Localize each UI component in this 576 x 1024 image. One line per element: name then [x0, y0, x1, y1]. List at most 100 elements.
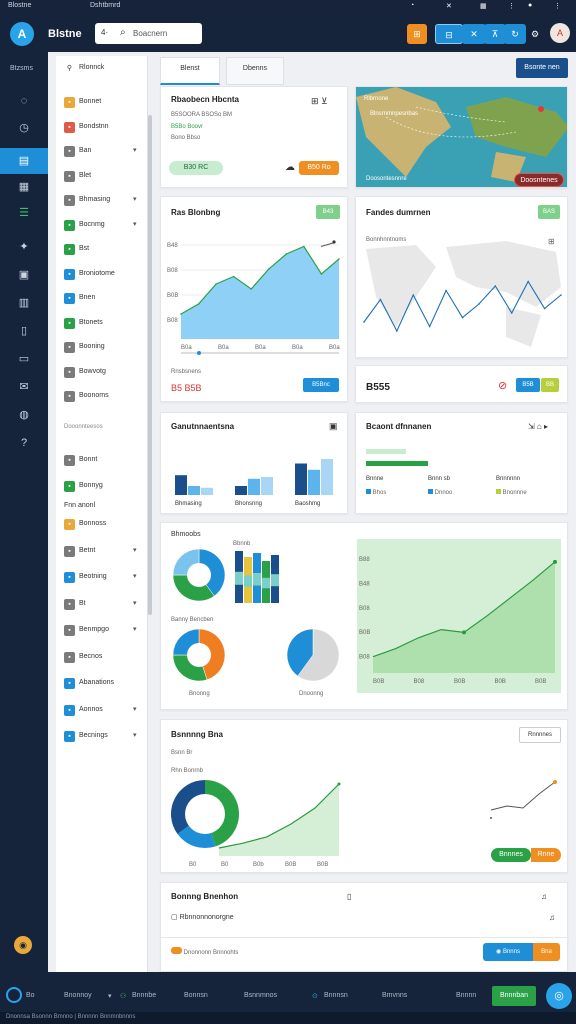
stat-button-1[interactable]: B5B	[516, 378, 540, 392]
os-chat-icon[interactable]: ◔	[410, 2, 414, 9]
chevron-down-icon[interactable]: ▾	[133, 546, 137, 554]
bottom-item[interactable]: Bo	[26, 992, 35, 999]
tools-icon[interactable]: ✦	[0, 234, 48, 260]
app-logo[interactable]: A	[10, 22, 34, 46]
help-icon[interactable]: ?	[0, 430, 48, 456]
footer-button[interactable]: B5Bnc	[303, 378, 339, 392]
bottom-item[interactable]: Bnnnsn	[324, 992, 348, 999]
bottom-item[interactable]: Bsnnmnos	[244, 992, 277, 999]
os-menu-icon[interactable]: ⋮	[508, 2, 515, 10]
clock-icon[interactable]: ◷	[0, 115, 48, 141]
map-button[interactable]: Doosntenes	[514, 173, 564, 187]
chat-icon[interactable]: ◌	[0, 88, 48, 114]
avatar[interactable]: A	[550, 23, 570, 43]
chevron-down-icon[interactable]: ▾	[133, 195, 137, 203]
sidebar-item[interactable]: ▪ Bonnet	[56, 94, 148, 112]
card-actions-icon[interactable]: ⇲ ⌂ ▸	[528, 422, 548, 431]
chevron-down-icon[interactable]: ▾	[133, 625, 137, 633]
tab-overview[interactable]: Blenst	[160, 57, 220, 85]
grid-icon[interactable]: ▦	[0, 174, 48, 200]
image-icon[interactable]: ▣	[329, 421, 338, 432]
music-icon[interactable]: ♫	[549, 913, 555, 922]
sidebar-item[interactable]: ▪ Bowvotg	[56, 364, 148, 382]
globe-icon[interactable]: ◍	[0, 402, 48, 428]
bottom-item[interactable]: Bnnnbe	[132, 992, 156, 999]
list-item[interactable]: Dnonnonn Bnnnohts	[171, 947, 238, 956]
sidebar-item[interactable]: ▪ Blet	[56, 168, 148, 186]
doc-icon[interactable]: ▭	[0, 346, 48, 372]
sidebar-item[interactable]: ▪ Bonnt	[56, 452, 148, 470]
sidebar-item[interactable]: ▪ Betnt ▾	[56, 543, 148, 561]
sidebar-item[interactable]: ▪ Bst	[56, 241, 148, 259]
chevron-down-icon[interactable]: ▾	[133, 220, 137, 228]
mail-icon[interactable]: ✉	[0, 374, 48, 400]
os-grid-icon[interactable]: ▦	[480, 2, 487, 10]
chevron-down-icon[interactable]: ▾	[133, 731, 137, 739]
chevron-down-icon[interactable]: ▾	[133, 146, 137, 154]
pin-icon[interactable]: ⊼	[484, 24, 506, 44]
bottom-button-1[interactable]: ◉ Bnnns	[483, 943, 533, 961]
sidebar-item[interactable]: ▪ Abanations	[56, 675, 148, 693]
chevron-down-icon[interactable]: ▾	[133, 572, 137, 580]
dropdown-icon[interactable]: ▾	[108, 992, 112, 1000]
sidebar-item[interactable]: ▪ Bocnmg ▾	[56, 217, 148, 235]
action-button[interactable]: B50 Ro	[299, 161, 339, 175]
grid-icon[interactable]: ⊟	[435, 24, 463, 44]
home-icon[interactable]	[6, 987, 22, 1003]
os-more-icon[interactable]: ⋮	[554, 2, 561, 10]
export-button[interactable]: Bsonte nen	[516, 58, 568, 78]
sidebar-item[interactable]: ▪ Boonoms	[56, 388, 148, 406]
sidebar-item[interactable]: ▪ Becnos	[56, 649, 148, 667]
recent-item-1[interactable]: Bnnne	[366, 476, 383, 482]
card-actions-icon[interactable]: ⊞ ⊻	[311, 96, 328, 107]
list-item[interactable]: ▢ Rbnnonnonorgne	[171, 913, 234, 921]
sidebar-item[interactable]: ▪ Booning	[56, 339, 148, 357]
bottom-item[interactable]: Bnnnn	[456, 992, 476, 999]
growth-button[interactable]: Rnnnnes	[519, 727, 561, 743]
recent-item-2[interactable]: Bnnn sb	[428, 476, 450, 482]
sidebar-header[interactable]: ⚲ Rlonnck	[56, 60, 148, 78]
bottom-button-2[interactable]: Bna	[533, 943, 560, 961]
list-icon[interactable]: ☰	[0, 200, 48, 226]
os-close-icon[interactable]: ✕	[446, 2, 452, 10]
sidebar-item[interactable]: ▪ Bonnyg	[56, 478, 148, 496]
sidebar-item[interactable]: ▪ Aonnos ▾	[56, 702, 148, 720]
notification-icon[interactable]: ⊞	[407, 24, 427, 44]
sidebar-item[interactable]: ▪ Btonets	[56, 315, 148, 333]
doc-icon[interactable]: ▯	[347, 892, 351, 901]
tag-1[interactable]: Bnnnes	[491, 848, 531, 862]
music-icon[interactable]: ♫	[541, 892, 547, 901]
sidebar-item[interactable]: ▪ Broniotome	[56, 266, 148, 284]
settings-icon[interactable]: ⚙	[527, 24, 543, 44]
tab-details[interactable]: Dbenns	[226, 57, 284, 85]
sidebar-item[interactable]: ▪ Bondstnn	[56, 119, 148, 137]
user-badge-icon[interactable]: ◉	[14, 936, 32, 954]
stat-button-2[interactable]: BB	[541, 378, 559, 392]
tag-2[interactable]: Rnne	[531, 848, 561, 862]
alert-icon[interactable]: ⊘	[498, 379, 507, 392]
chat-fab-icon[interactable]: ◎	[546, 983, 572, 1009]
sidebar-item[interactable]: ▪ Becnings ▾	[56, 728, 148, 746]
os-avatar-icon[interactable]: ●	[528, 2, 532, 9]
book-icon[interactable]: ▯	[0, 318, 48, 344]
close-icon[interactable]: ✕	[462, 24, 486, 44]
recent-item-3[interactable]: Bnnnnnn	[496, 476, 520, 482]
calendar-icon[interactable]: ▣	[0, 262, 48, 288]
bottom-item[interactable]: Bmvnns	[382, 992, 407, 999]
table-icon[interactable]: ▤	[0, 148, 48, 174]
sidebar-item[interactable]: ▪ Ban ▾	[56, 143, 148, 161]
chevron-down-icon[interactable]: ▾	[133, 599, 137, 607]
search-input[interactable]: 4· ⌕ Boacnern	[95, 23, 202, 44]
bottom-item[interactable]: Bonnsn	[184, 992, 208, 999]
cta-button[interactable]: Bnnnban	[492, 986, 536, 1006]
os-tab[interactable]: Dshtbmrd	[90, 2, 120, 9]
report-icon[interactable]: ▥	[0, 290, 48, 316]
sidebar-item[interactable]: ▪ Bhmasing ▾	[56, 192, 148, 210]
sidebar-item[interactable]: ▪ Bt ▾	[56, 596, 148, 614]
sidebar-item[interactable]: ▪ Bonnoss	[56, 516, 148, 534]
sidebar-item[interactable]: ▪ Bnen	[56, 290, 148, 308]
map-card[interactable]: Rlbrnone Blnsrnmnpesnbas Doosontesnnre D…	[355, 86, 568, 188]
chevron-down-icon[interactable]: ▾	[133, 705, 137, 713]
sidebar-scrollbar[interactable]	[148, 115, 152, 615]
sidebar-item[interactable]: ▪ Benmpgo ▾	[56, 622, 148, 640]
